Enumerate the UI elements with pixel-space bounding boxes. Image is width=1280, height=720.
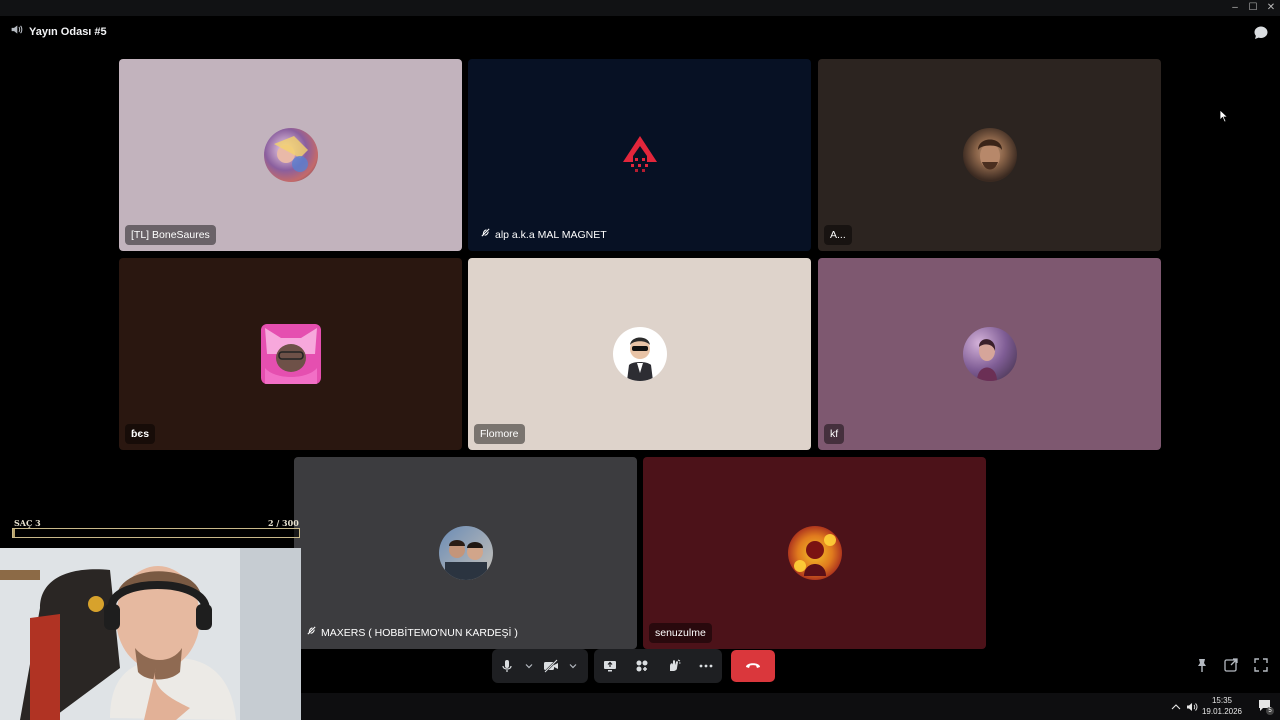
maximize-button[interactable]: ☐	[1244, 0, 1262, 16]
participant-name: [TL] BoneSaures	[131, 229, 210, 241]
volume-button[interactable]	[1186, 700, 1198, 712]
xp-bar-label: SAÇ 3	[14, 518, 41, 528]
participant-avatar	[613, 128, 667, 182]
camera-off-icon	[544, 659, 558, 673]
chevron-up-icon	[1171, 704, 1181, 710]
chevron-down-icon	[525, 664, 533, 669]
participant-name: A...	[830, 229, 846, 241]
participant-name-tag: senuzulme	[649, 623, 712, 643]
participant-name: senuzulme	[655, 627, 706, 639]
participant-tile[interactable]: ɓєѕ	[119, 258, 462, 450]
tray-expand-button[interactable]	[1170, 700, 1182, 712]
notification-count: 5	[1266, 707, 1274, 715]
activities-button[interactable]	[627, 651, 657, 681]
participant-avatar	[787, 526, 842, 580]
fullscreen-icon	[1254, 658, 1268, 672]
participant-name: kf	[830, 428, 839, 440]
window-titlebar: – ☐ ✕	[0, 0, 1280, 16]
pin-icon	[1198, 659, 1206, 672]
screen-share-icon	[604, 661, 616, 672]
hang-up-icon	[746, 663, 760, 668]
notification-center-button[interactable]: 5	[1258, 699, 1274, 715]
streamer-webcam	[0, 548, 301, 720]
participant-avatar	[438, 526, 493, 580]
clock-time: 15:35	[1211, 696, 1232, 705]
pop-out-icon	[1224, 658, 1238, 672]
participant-name: Flomore	[480, 428, 519, 440]
soundboard-button[interactable]	[659, 651, 689, 681]
microphone-icon	[502, 660, 512, 672]
close-button[interactable]: ✕	[1262, 0, 1280, 16]
participant-name-tag: [TL] BoneSaures	[125, 225, 216, 245]
pop-out-button[interactable]	[1223, 657, 1241, 675]
chevron-down-icon	[569, 664, 577, 669]
participant-avatar	[260, 324, 321, 384]
participant-tile[interactable]: MAXERS ( HOBBİTEMO'NUN KARDEŞİ )	[294, 457, 637, 649]
participant-name-tag: kf	[824, 424, 845, 444]
screen-share-button[interactable]	[595, 651, 625, 681]
mouse-cursor-icon	[1219, 109, 1229, 128]
chat-button[interactable]	[1252, 24, 1270, 42]
speaker-icon	[10, 23, 23, 41]
pin-button[interactable]	[1194, 657, 1212, 675]
xp-bar-progress-text: 2 / 300	[268, 518, 299, 528]
participant-name-tag: A...	[824, 225, 852, 245]
participant-name-tag: Flomore	[474, 424, 525, 444]
minimize-button[interactable]: –	[1226, 0, 1244, 16]
windows-taskbar	[301, 693, 1280, 720]
participant-name: alp a.k.a MAL MAGNET	[495, 229, 607, 241]
activities-icon	[636, 660, 648, 672]
xp-bar	[12, 528, 300, 538]
microphone-options-button[interactable]	[522, 651, 536, 681]
participant-avatar	[962, 128, 1017, 182]
participant-name: MAXERS ( HOBBİTEMO'NUN KARDEŞİ )	[321, 627, 518, 639]
participant-tile[interactable]: Flomore	[468, 258, 811, 450]
participant-name: ɓєѕ	[131, 428, 150, 440]
activity-controls	[594, 649, 722, 683]
chat-bubble-icon	[1254, 26, 1268, 39]
room-title: Yayın Odası #5	[29, 26, 107, 38]
disconnect-button[interactable]	[731, 650, 775, 682]
more-dots-icon	[699, 664, 713, 668]
participant-avatar	[962, 327, 1017, 381]
clock[interactable]: 15:35 19.01.2026	[1202, 695, 1242, 717]
room-header: Yayın Odası #5	[10, 24, 107, 40]
camera-button[interactable]	[536, 651, 566, 681]
participant-avatar	[263, 128, 318, 182]
clock-date: 19.01.2026	[1201, 707, 1242, 716]
muted-mic-icon	[480, 225, 491, 245]
participant-tile[interactable]: A...	[818, 59, 1161, 251]
volume-icon	[1187, 703, 1198, 711]
participant-tile[interactable]: senuzulme	[643, 457, 986, 649]
soundboard-icon	[670, 659, 681, 671]
xp-bar-fill	[13, 529, 15, 537]
participant-name-tag: ɓєѕ	[125, 424, 156, 444]
participant-name-tag: MAXERS ( HOBBİTEMO'NUN KARDEŞİ )	[300, 623, 524, 643]
audio-video-controls	[492, 649, 588, 683]
microphone-button[interactable]	[492, 651, 522, 681]
more-options-button[interactable]	[691, 651, 721, 681]
participant-avatar	[612, 327, 667, 381]
camera-options-button[interactable]	[566, 651, 580, 681]
participant-tile[interactable]: alp a.k.a MAL MAGNET	[468, 59, 811, 251]
muted-mic-icon	[306, 623, 317, 643]
fullscreen-button[interactable]	[1253, 657, 1271, 675]
participant-tile[interactable]: [TL] BoneSaures	[119, 59, 462, 251]
participant-name-tag: alp a.k.a MAL MAGNET	[474, 225, 613, 245]
participant-tile[interactable]: kf	[818, 258, 1161, 450]
